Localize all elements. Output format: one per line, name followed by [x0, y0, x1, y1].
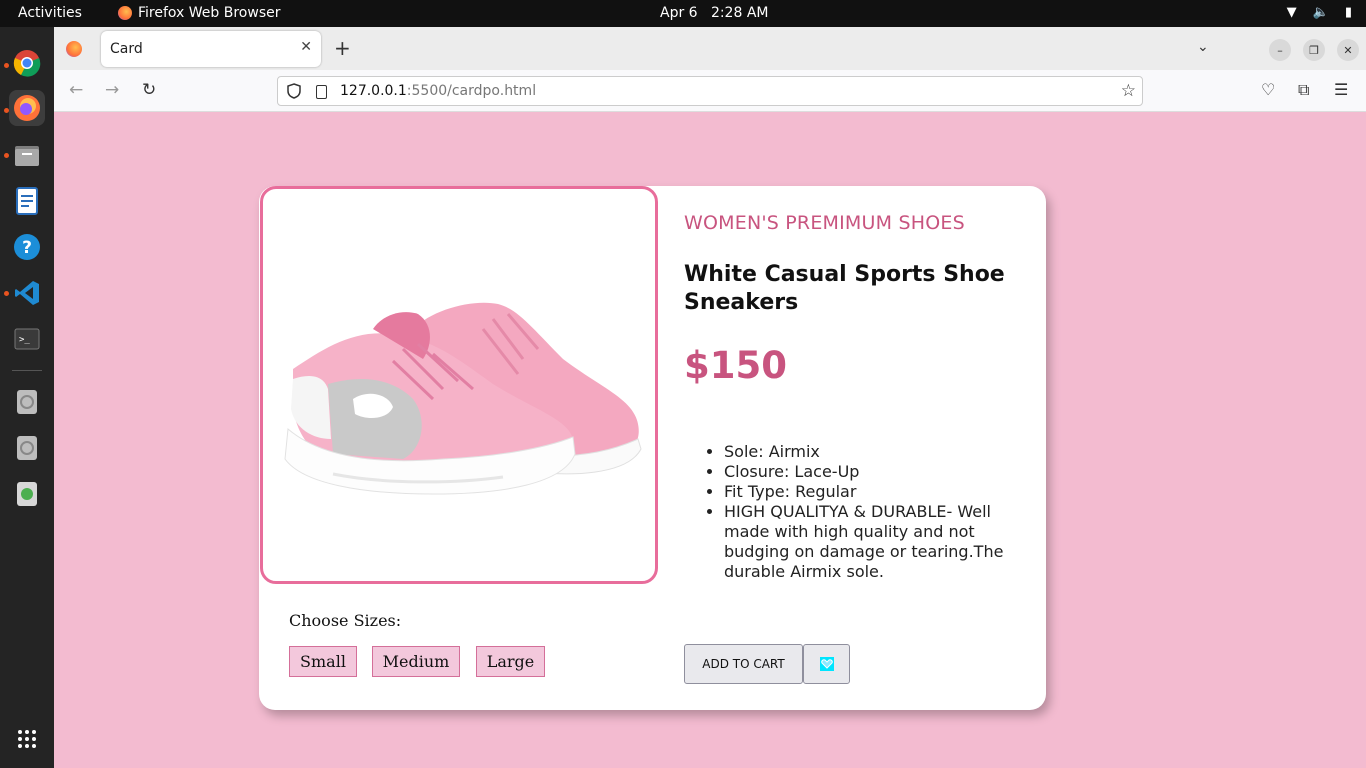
tab-bar: Card ✕ + ⌄ – ❐ ✕: [54, 27, 1366, 70]
size-large-button[interactable]: Large: [476, 646, 545, 677]
firefox-icon: [118, 6, 132, 20]
product-title: White Casual Sports Shoe Sneakers: [684, 262, 1005, 315]
page-icon[interactable]: [316, 85, 327, 99]
product-card: WOMEN'S PREMIMUM SHOES White Casual Spor…: [259, 186, 1046, 710]
disk-icon[interactable]: [9, 384, 45, 420]
close-tab-icon[interactable]: ✕: [300, 39, 312, 55]
sizes-label: Choose Sizes:: [289, 611, 402, 630]
date: Apr 6: [660, 5, 698, 21]
size-medium-button[interactable]: Medium: [372, 646, 460, 677]
list-all-tabs-icon[interactable]: ⌄: [1197, 39, 1209, 55]
url-text[interactable]: 127.0.0.1:5500/cardpo.html: [340, 83, 536, 99]
feature-item: Closure: Lace-Up: [724, 462, 1024, 482]
page-viewport: WOMEN'S PREMIMUM SHOES White Casual Spor…: [54, 112, 1366, 768]
heart-icon: [819, 657, 834, 671]
dock-separator: [12, 370, 42, 371]
pocket-icon[interactable]: ♡: [1261, 80, 1275, 99]
files-icon[interactable]: [9, 137, 45, 173]
menu-icon[interactable]: ☰: [1334, 80, 1348, 99]
svg-text:>_: >_: [19, 335, 30, 345]
wifi-icon: ▼: [1286, 5, 1297, 20]
chrome-icon[interactable]: [9, 45, 45, 81]
writer-icon[interactable]: [9, 183, 45, 219]
clock[interactable]: Apr 6 2:28 AM: [660, 5, 768, 21]
url-bar[interactable]: 127.0.0.1:5500/cardpo.html ☆: [277, 76, 1143, 106]
system-top-bar: Activities Firefox Web Browser Apr 6 2:2…: [0, 0, 1366, 27]
feature-item: Fit Type: Regular: [724, 482, 1024, 502]
svg-text:?: ?: [22, 238, 32, 258]
tab-title: Card: [110, 41, 143, 57]
help-icon[interactable]: ?: [9, 229, 45, 265]
back-icon[interactable]: ←: [69, 80, 83, 100]
terminal-icon[interactable]: >_: [9, 321, 45, 357]
volume-icon: 🔈: [1312, 5, 1329, 20]
new-tab-icon[interactable]: +: [334, 36, 351, 60]
vscode-icon[interactable]: [9, 275, 45, 311]
battery-icon: ▮: [1344, 5, 1352, 20]
size-small-button[interactable]: Small: [289, 646, 357, 677]
add-to-cart-button[interactable]: ADD TO CART: [684, 644, 803, 684]
close-window-icon[interactable]: ✕: [1337, 39, 1359, 61]
firefox-view-icon[interactable]: [66, 41, 82, 57]
time: 2:28 AM: [710, 5, 769, 21]
wishlist-button[interactable]: [803, 644, 850, 684]
app-name: Firefox Web Browser: [138, 5, 281, 21]
extensions-icon[interactable]: ⧉: [1298, 80, 1309, 100]
disk-icon[interactable]: [9, 430, 45, 466]
system-tray[interactable]: ▼ 🔈 ▮: [1287, 5, 1352, 20]
url-path: :5500/cardpo.html: [406, 83, 537, 99]
trash-icon[interactable]: [9, 476, 45, 512]
restore-icon[interactable]: ❐: [1303, 39, 1325, 61]
activities-button[interactable]: Activities: [18, 5, 82, 21]
reload-icon[interactable]: ↻: [142, 80, 156, 100]
forward-icon[interactable]: →: [105, 80, 119, 100]
app-menu[interactable]: Firefox Web Browser: [118, 5, 281, 21]
feature-item: Sole: Airmix: [724, 442, 1024, 462]
dock: ? >_: [0, 27, 54, 768]
firefox-icon[interactable]: [9, 90, 45, 126]
tab-card[interactable]: Card ✕: [101, 31, 321, 67]
bookmark-star-icon[interactable]: ☆: [1121, 81, 1136, 101]
feature-list: Sole: Airmix Closure: Lace-Up Fit Type: …: [724, 442, 1024, 582]
product-price: $150: [684, 344, 787, 387]
url-host: 127.0.0.1: [340, 83, 407, 99]
minimize-icon[interactable]: –: [1269, 39, 1291, 61]
navigation-bar: ← → ↻ 127.0.0.1:5500/cardpo.html ☆ ♡ ⧉ ☰: [54, 70, 1366, 112]
apps-grid-icon[interactable]: [9, 721, 45, 757]
feature-item: HIGH QUALITYA & DURABLE- Well made with …: [724, 502, 1024, 582]
product-image-frame: [260, 186, 658, 584]
shield-icon[interactable]: [287, 83, 301, 99]
product-category: WOMEN'S PREMIMUM SHOES: [684, 212, 965, 234]
sneaker-image: [284, 302, 642, 495]
